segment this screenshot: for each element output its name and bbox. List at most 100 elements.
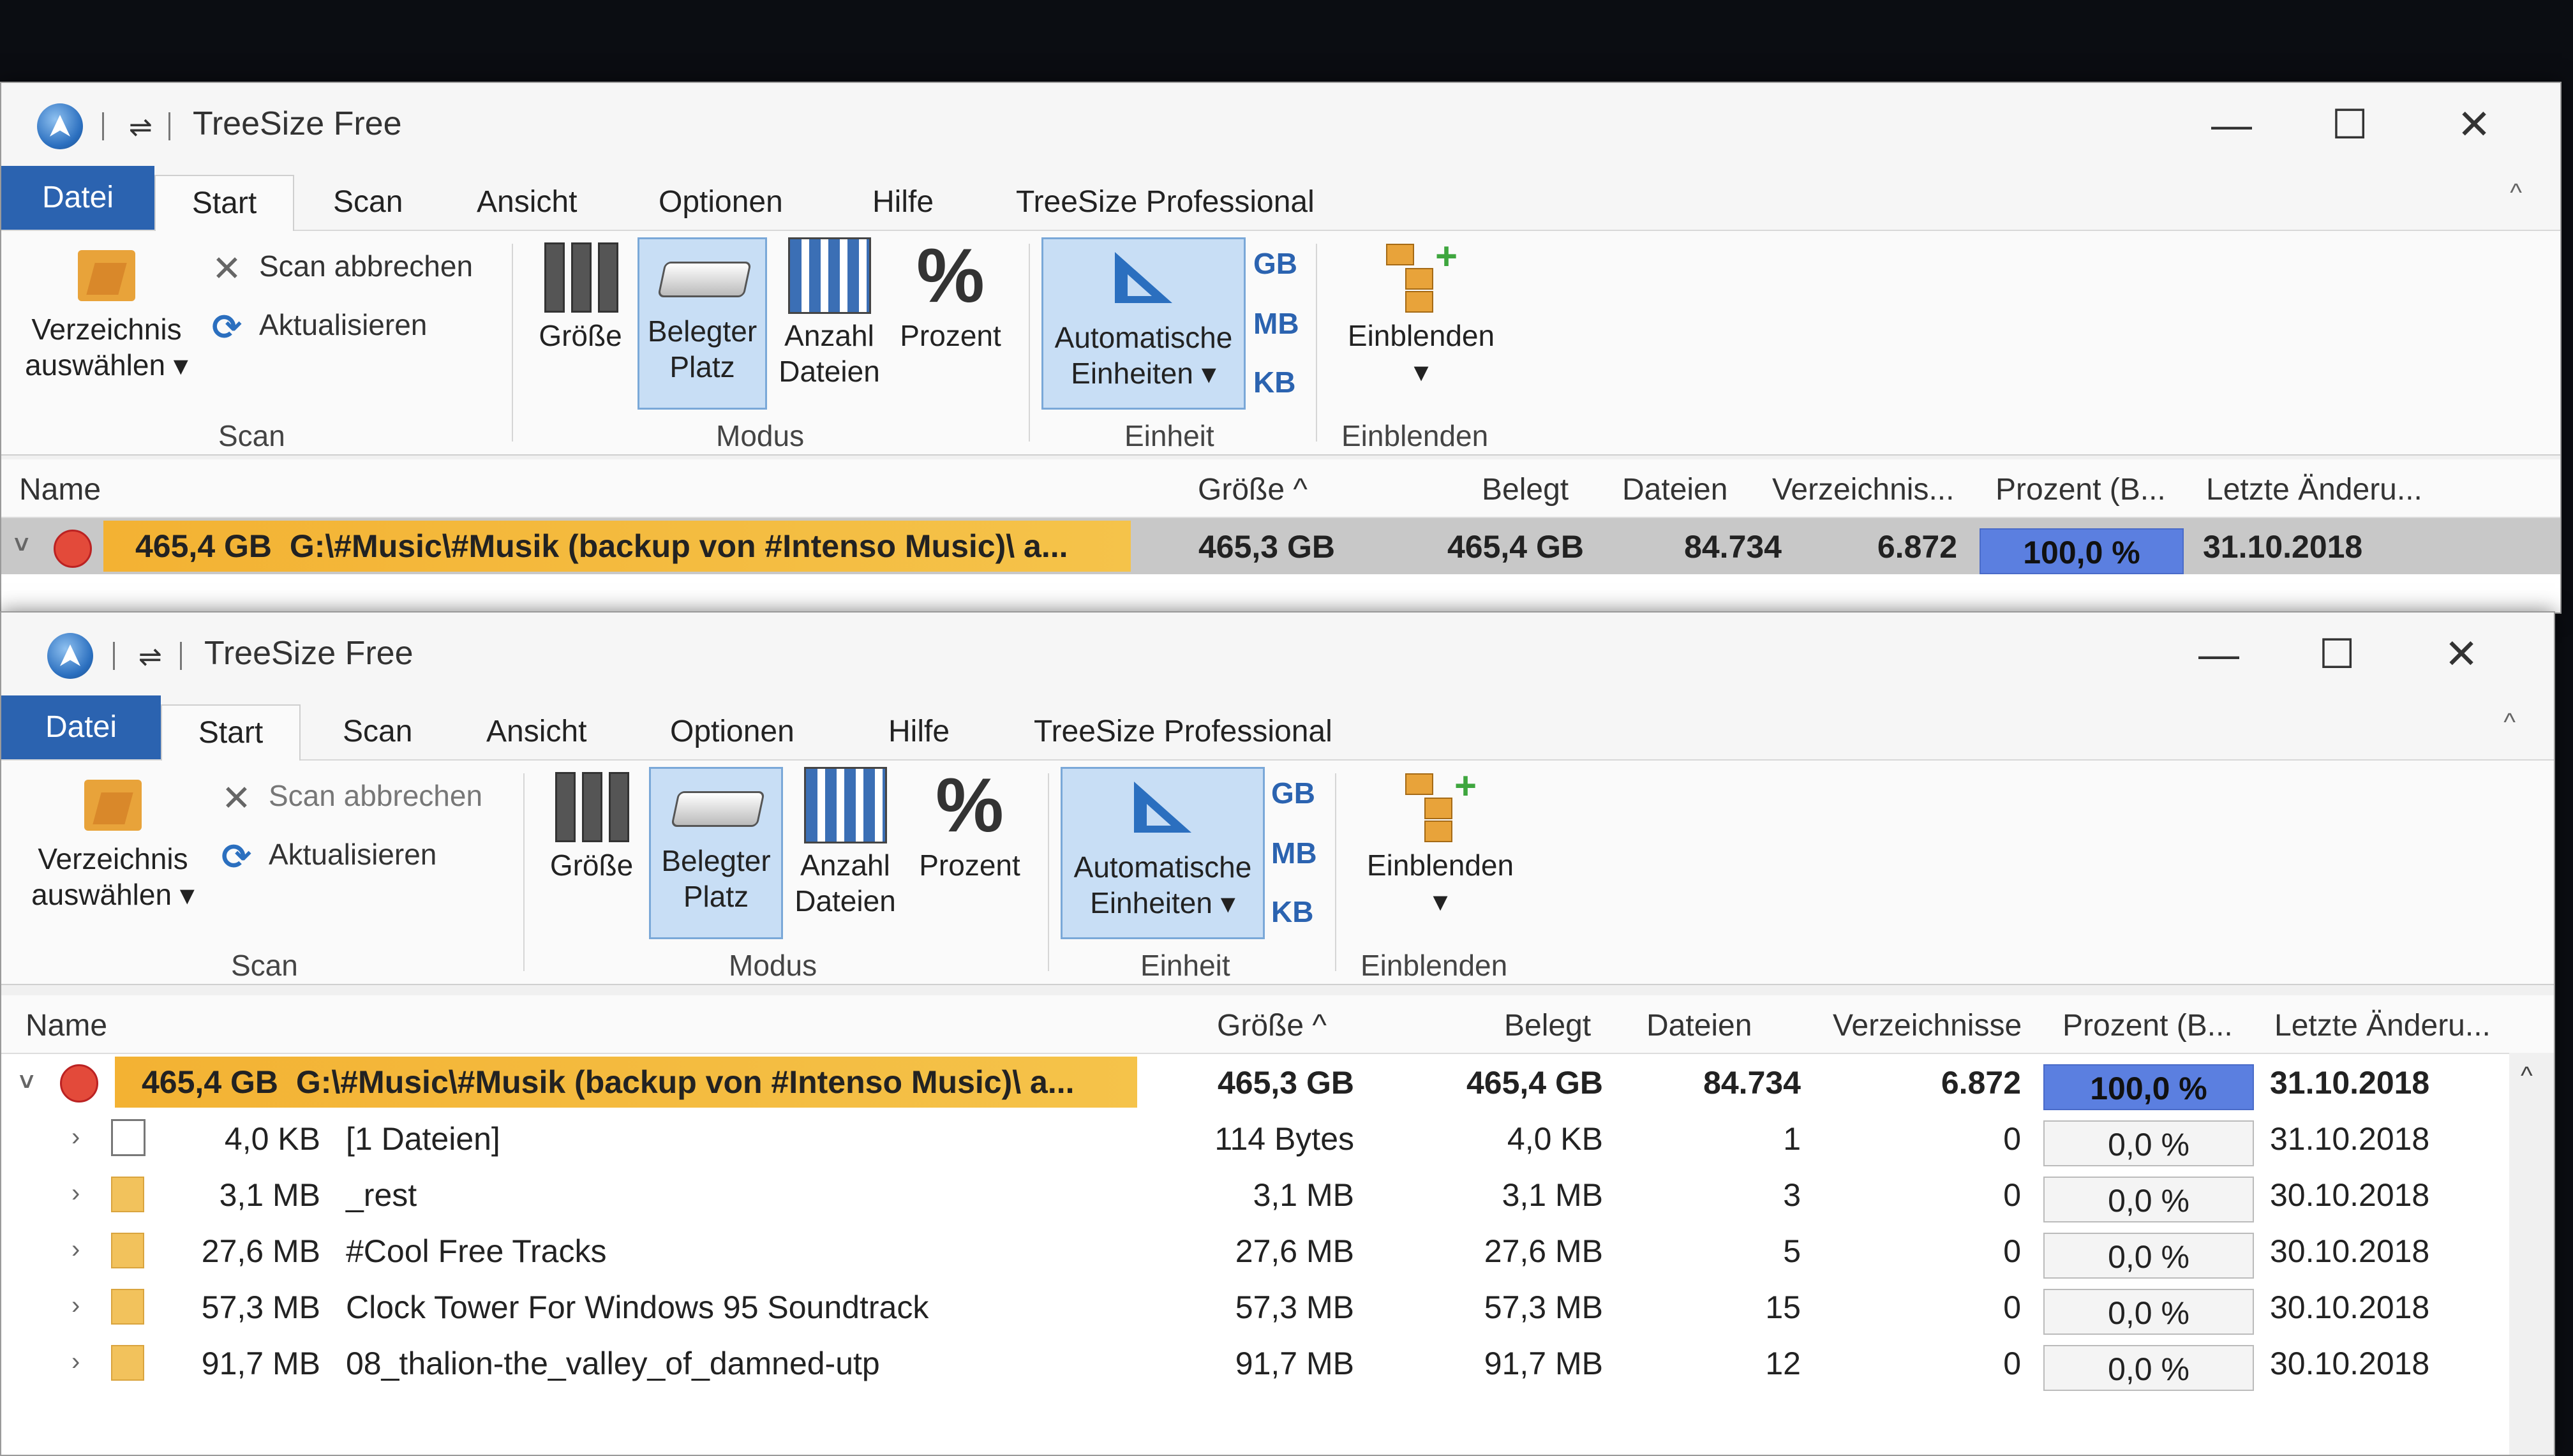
column-percent[interactable]: Prozent (B... (1995, 472, 2166, 507)
minimize-button[interactable]: — (2171, 625, 2267, 683)
modified-cell: 30.10.2018 (2270, 1346, 2430, 1381)
unit-kb-button[interactable]: KB (1253, 365, 1295, 399)
mode-percent-button[interactable]: % Prozent (891, 237, 1010, 410)
column-files[interactable]: Dateien (1646, 1008, 1752, 1043)
table-row[interactable]: ˅ 465,4 GB G:\#Music\#Musik (backup von … (1, 518, 2560, 574)
tab-scan[interactable]: Scan (333, 175, 403, 230)
table-row[interactable]: › 27,6 MB #Cool Free Tracks 27,6 MB 27,6… (1, 1222, 2554, 1279)
table-row[interactable]: › 3,1 MB _rest 3,1 MB 3,1 MB 3 0 0,0 % 3… (1, 1166, 2554, 1222)
cancel-scan-button[interactable]: ✕ Scan abbrechen (221, 773, 482, 818)
column-size[interactable]: Größe ^ (1217, 1008, 1327, 1043)
expander-icon[interactable]: › (71, 1291, 80, 1320)
allocated-cell: 3,1 MB (1502, 1177, 1603, 1213)
auto-units-button[interactable]: Automatische Einheiten ▾ (1041, 237, 1246, 410)
expander-icon[interactable]: › (71, 1123, 80, 1152)
tab-ansicht[interactable]: Ansicht (477, 175, 577, 230)
mode-file-count-button[interactable]: Anzahl Dateien (789, 767, 901, 939)
column-files[interactable]: Dateien (1622, 472, 1727, 507)
column-allocated[interactable]: Belegt (1504, 1008, 1591, 1043)
quick-access-icon[interactable]: ⇌ (129, 111, 153, 144)
column-name[interactable]: Name (19, 472, 101, 507)
cancel-icon: ✕ (221, 777, 251, 818)
tree-add-icon: + (1399, 767, 1482, 843)
unit-mb-button[interactable]: MB (1271, 836, 1317, 870)
unit-mb-button[interactable]: MB (1253, 306, 1299, 341)
column-last-modified[interactable]: Letzte Änderu... (2206, 472, 2422, 507)
tab-datei[interactable]: Datei (1, 695, 161, 759)
column-size[interactable]: Größe ^ (1198, 472, 1308, 507)
auto-units-button[interactable]: Automatische Einheiten ▾ (1061, 767, 1265, 939)
mode-percent-button[interactable]: % Prozent (907, 767, 1032, 939)
button-label: auswählen ▾ (25, 348, 188, 382)
vertical-scrollbar[interactable]: ^ (2509, 1053, 2554, 1455)
row-name: Clock Tower For Windows 95 Soundtrack (346, 1289, 929, 1325)
column-percent[interactable]: Prozent (B... (2062, 1008, 2233, 1043)
cancel-scan-button[interactable]: ✕ Scan abbrechen (212, 244, 473, 288)
size-bars-icon (539, 237, 622, 314)
expander-icon[interactable]: › (71, 1179, 80, 1208)
row-name: G:\#Music\#Musik (backup von #Intenso Mu… (295, 1064, 1075, 1100)
expander-icon[interactable]: › (71, 1235, 80, 1264)
expander-icon[interactable]: › (71, 1348, 80, 1376)
maximize-button[interactable]: ☐ (2302, 96, 2398, 153)
maximize-button[interactable]: ☐ (2289, 625, 2385, 683)
tab-ansicht[interactable]: Ansicht (486, 704, 586, 759)
table-row[interactable]: › 57,3 MB Clock Tower For Windows 95 Sou… (1, 1279, 2554, 1335)
scroll-up-icon[interactable]: ^ (2521, 1062, 2533, 1090)
title-separator (168, 112, 170, 140)
group-label-modus: Modus (716, 419, 805, 452)
collapse-ribbon-icon[interactable]: ^ (2510, 179, 2522, 207)
show-einblenden-button[interactable]: + Einblenden ▾ (1348, 767, 1533, 939)
column-name[interactable]: Name (26, 1008, 107, 1043)
minimize-button[interactable]: — (2184, 96, 2279, 153)
column-last-modified[interactable]: Letzte Änderu... (2274, 1008, 2491, 1043)
quick-access-icon[interactable]: ⇌ (138, 641, 162, 673)
column-directories[interactable]: Verzeichnisse (1833, 1008, 2022, 1043)
mode-size-button[interactable]: Größe (531, 237, 630, 410)
mode-file-count-button[interactable]: Anzahl Dateien (773, 237, 885, 410)
unit-gb-button[interactable]: GB (1271, 776, 1315, 810)
mode-size-button[interactable]: Größe (541, 767, 643, 939)
table-row[interactable]: ˅ 465,4 GB G:\#Music\#Musik (backup von … (1, 1054, 2554, 1110)
mode-allocated-button[interactable]: Belegter Platz (649, 767, 783, 939)
dirs-cell: 0 (2003, 1233, 2021, 1269)
button-label: Größe (549, 849, 634, 882)
close-button[interactable]: ✕ (2426, 96, 2522, 153)
tab-optionen[interactable]: Optionen (670, 704, 794, 759)
tab-hilfe[interactable]: Hilfe (872, 175, 934, 230)
mode-allocated-button[interactable]: Belegter Platz (638, 237, 767, 410)
button-label: Platz (683, 880, 749, 913)
modified-cell: 30.10.2018 (2270, 1233, 2430, 1269)
unit-gb-button[interactable]: GB (1253, 246, 1297, 281)
close-button[interactable]: ✕ (2413, 625, 2509, 683)
table-row[interactable]: › 91,7 MB 08_thalion-the_valley_of_damne… (1, 1335, 2554, 1391)
column-directories[interactable]: Verzeichnis... (1772, 472, 1954, 507)
percent-bar: 100,0 % (1980, 528, 2184, 574)
button-label: Automatische (1073, 851, 1252, 884)
tab-start[interactable]: Start (154, 175, 294, 231)
select-directory-button[interactable]: Verzeichnis auswählen ▾ (20, 767, 205, 939)
tab-datei[interactable]: Datei (1, 166, 154, 230)
tab-scan[interactable]: Scan (343, 704, 412, 759)
expander-icon[interactable]: ˅ (19, 1068, 34, 1097)
tab-start[interactable]: Start (161, 704, 301, 761)
tab-treesize-professional[interactable]: TreeSize Professional (1034, 704, 1332, 759)
name-size: 57,3 MB (201, 1289, 320, 1325)
tab-optionen[interactable]: Optionen (659, 175, 783, 230)
tab-treesize-professional[interactable]: TreeSize Professional (1016, 175, 1315, 230)
collapse-ribbon-icon[interactable]: ^ (2503, 708, 2516, 737)
column-allocated[interactable]: Belegt (1482, 472, 1569, 507)
show-einblenden-button[interactable]: + Einblenden ▾ (1329, 237, 1514, 410)
files-cell: 84.734 (1703, 1065, 1801, 1101)
button-label: Prozent (900, 319, 1001, 352)
dirs-cell: 0 (2003, 1346, 2021, 1381)
refresh-button[interactable]: ⟳ Aktualisieren (212, 302, 427, 347)
table-row[interactable]: › 4,0 KB [1 Dateien] 114 Bytes 4,0 KB 1 … (1, 1110, 2554, 1166)
refresh-button[interactable]: ⟳ Aktualisieren (221, 832, 436, 877)
expander-icon[interactable]: ˅ (14, 531, 29, 560)
tab-hilfe[interactable]: Hilfe (888, 704, 950, 759)
dirs-cell: 0 (2003, 1121, 2021, 1157)
select-directory-button[interactable]: Verzeichnis auswählen ▾ (14, 237, 199, 410)
name-cell: 465,4 GB G:\#Music\#Musik (backup von #I… (103, 521, 1131, 572)
unit-kb-button[interactable]: KB (1271, 895, 1313, 929)
